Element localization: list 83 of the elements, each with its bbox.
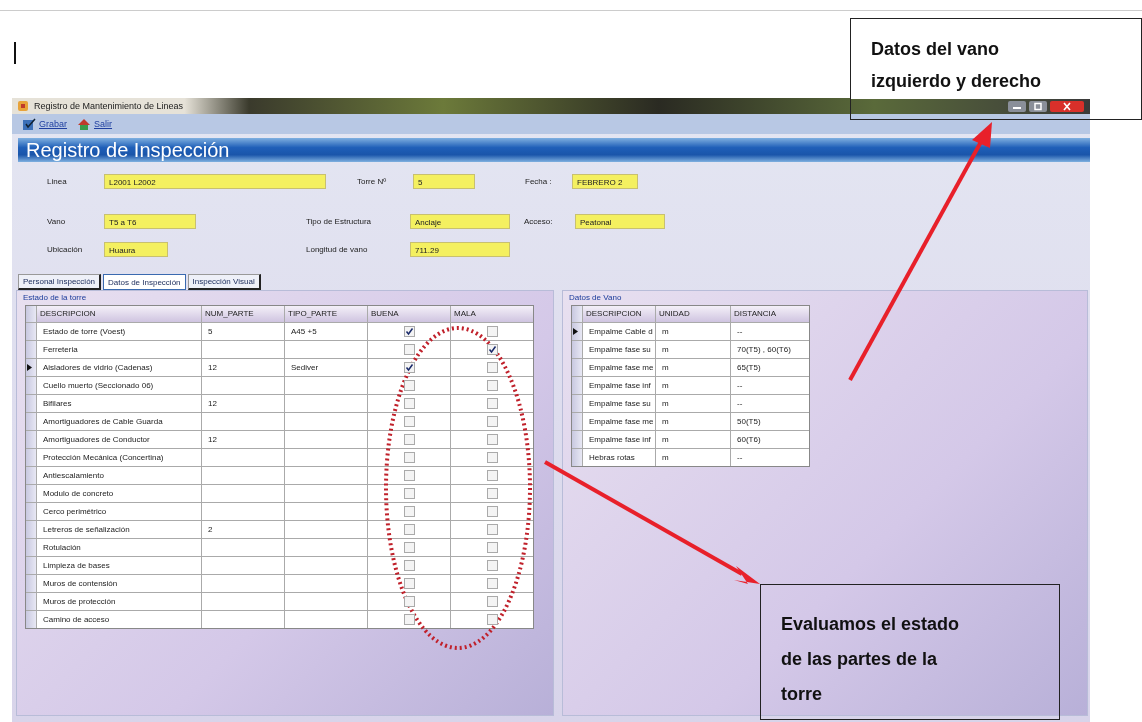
field-label: Linea bbox=[47, 176, 68, 186]
table-cell: Antiescalamiento bbox=[37, 467, 201, 484]
table-cell: Empalme Cable d bbox=[583, 323, 655, 340]
table-cell: Rotulación bbox=[37, 539, 201, 556]
callout-text: Evaluamos el estado de las partes de la torre bbox=[781, 613, 961, 706]
table-cell: Empalme fase inf bbox=[583, 431, 655, 448]
column-header[interactable]: NUM_PARTE bbox=[202, 306, 284, 322]
panel-title: Estado de la torre bbox=[23, 293, 88, 304]
field-label: Ubicación bbox=[47, 244, 84, 254]
table-cell: 12 bbox=[202, 395, 284, 412]
input-field[interactable]: Anclaje bbox=[410, 213, 510, 229]
table-cell: -- bbox=[731, 395, 809, 412]
input-field[interactable]: FEBRERO 2 bbox=[572, 173, 638, 189]
table-cell: m bbox=[656, 449, 730, 466]
table-cell: Cerco perimétrico bbox=[37, 503, 201, 520]
field-label: Vano bbox=[47, 216, 67, 226]
table-cell: m bbox=[656, 413, 730, 430]
input-field[interactable]: Peatonal bbox=[575, 213, 665, 229]
table-cell: m bbox=[656, 341, 730, 358]
panel-title: Datos de Vano bbox=[569, 293, 623, 304]
table-cell: Amortiguadores de Conductor bbox=[37, 431, 201, 448]
input-field[interactable]: Huaura bbox=[104, 241, 168, 257]
column-header[interactable]: DESCRIPCION bbox=[37, 306, 201, 322]
input-field[interactable]: 711.29 bbox=[410, 241, 510, 257]
table-cell: 60(T6) bbox=[731, 431, 809, 448]
field-label: Longitud de vano bbox=[306, 244, 369, 254]
table-cell: Protección Mecánica (Concertina) bbox=[37, 449, 201, 466]
column-header[interactable]: BUENA bbox=[368, 306, 450, 322]
table-cell: Modulo de concreto bbox=[37, 485, 201, 502]
column-header[interactable]: MALA bbox=[451, 306, 533, 322]
table-cell: 12 bbox=[202, 431, 284, 448]
table-cell: Empalme fase me bbox=[583, 413, 655, 430]
table-cell: 12 bbox=[202, 359, 284, 376]
table-cell: Muros de contensión bbox=[37, 575, 201, 592]
table-cell: Aisladores de vidrio (Cadenas) bbox=[37, 359, 201, 376]
form-heading: Registro de Inspección bbox=[26, 139, 230, 161]
window-title: Registro de Mantenimiento de Lineas bbox=[33, 101, 184, 111]
table-cell: Estado de torre (Voest) bbox=[37, 323, 201, 340]
table-cell: Sediver bbox=[285, 359, 367, 376]
table-cell: Muros de protección bbox=[37, 593, 201, 610]
tab[interactable]: Datos de Inspección bbox=[103, 274, 186, 290]
table-cell: 2 bbox=[202, 521, 284, 538]
table-cell: m bbox=[656, 395, 730, 412]
field-label: Acceso: bbox=[524, 216, 554, 226]
input-field[interactable]: 5 bbox=[413, 173, 475, 189]
table-cell: Limpieza de bases bbox=[37, 557, 201, 574]
table-cell: 70(T5) , 60(T6) bbox=[731, 341, 809, 358]
column-header[interactable]: DESCRIPCION bbox=[583, 306, 655, 322]
tab[interactable]: Inspección Visual bbox=[187, 274, 261, 290]
table-cell: m bbox=[656, 431, 730, 448]
table-cell: Camino de acceso bbox=[37, 611, 201, 628]
field-label: Fecha : bbox=[525, 176, 553, 186]
input-field[interactable]: T5 a T6 bbox=[104, 213, 196, 229]
column-header[interactable]: UNIDAD bbox=[656, 306, 730, 322]
column-header[interactable]: DISTANCIA bbox=[731, 306, 809, 322]
table-cell: 65(T5) bbox=[731, 359, 809, 376]
table-cell: -- bbox=[731, 323, 809, 340]
table-cell: Bifilares bbox=[37, 395, 201, 412]
table-cell: -- bbox=[731, 449, 809, 466]
table-cell: Hebras rotas bbox=[583, 449, 655, 466]
exit-button[interactable]: Salir bbox=[77, 117, 113, 131]
table-cell: Cuello muerto (Seccionado 06) bbox=[37, 377, 201, 394]
table-cell: m bbox=[656, 377, 730, 394]
table-cell: Empalme fase su bbox=[583, 395, 655, 412]
field-label: Tipo de Estructura bbox=[306, 216, 373, 226]
table-cell: Empalme fase me bbox=[583, 359, 655, 376]
input-field[interactable]: L2001 L2002 bbox=[104, 173, 326, 189]
column-header[interactable]: TIPO_PARTE bbox=[285, 306, 367, 322]
table-cell: m bbox=[656, 323, 730, 340]
table-cell: Ferreteria bbox=[37, 341, 201, 358]
callout-text: Datos del vano izquierdo y derecho bbox=[871, 38, 1043, 93]
table-cell: Letreros de señalización bbox=[37, 521, 201, 538]
table-cell: m bbox=[656, 359, 730, 376]
table-cell: 50(T5) bbox=[731, 413, 809, 430]
field-label: Torre Nº bbox=[357, 176, 388, 186]
table-cell: 5 bbox=[202, 323, 284, 340]
table-cell: Empalme fase inf bbox=[583, 377, 655, 394]
table-cell: Amortiguadores de Cable Guarda bbox=[37, 413, 201, 430]
tab[interactable]: Personal Inspección bbox=[18, 274, 102, 290]
save-button[interactable]: Grabar bbox=[22, 117, 67, 131]
table-cell: Empalme fase su bbox=[583, 341, 655, 358]
table-cell: -- bbox=[731, 377, 809, 394]
table-cell: A45 +5 bbox=[285, 323, 367, 340]
